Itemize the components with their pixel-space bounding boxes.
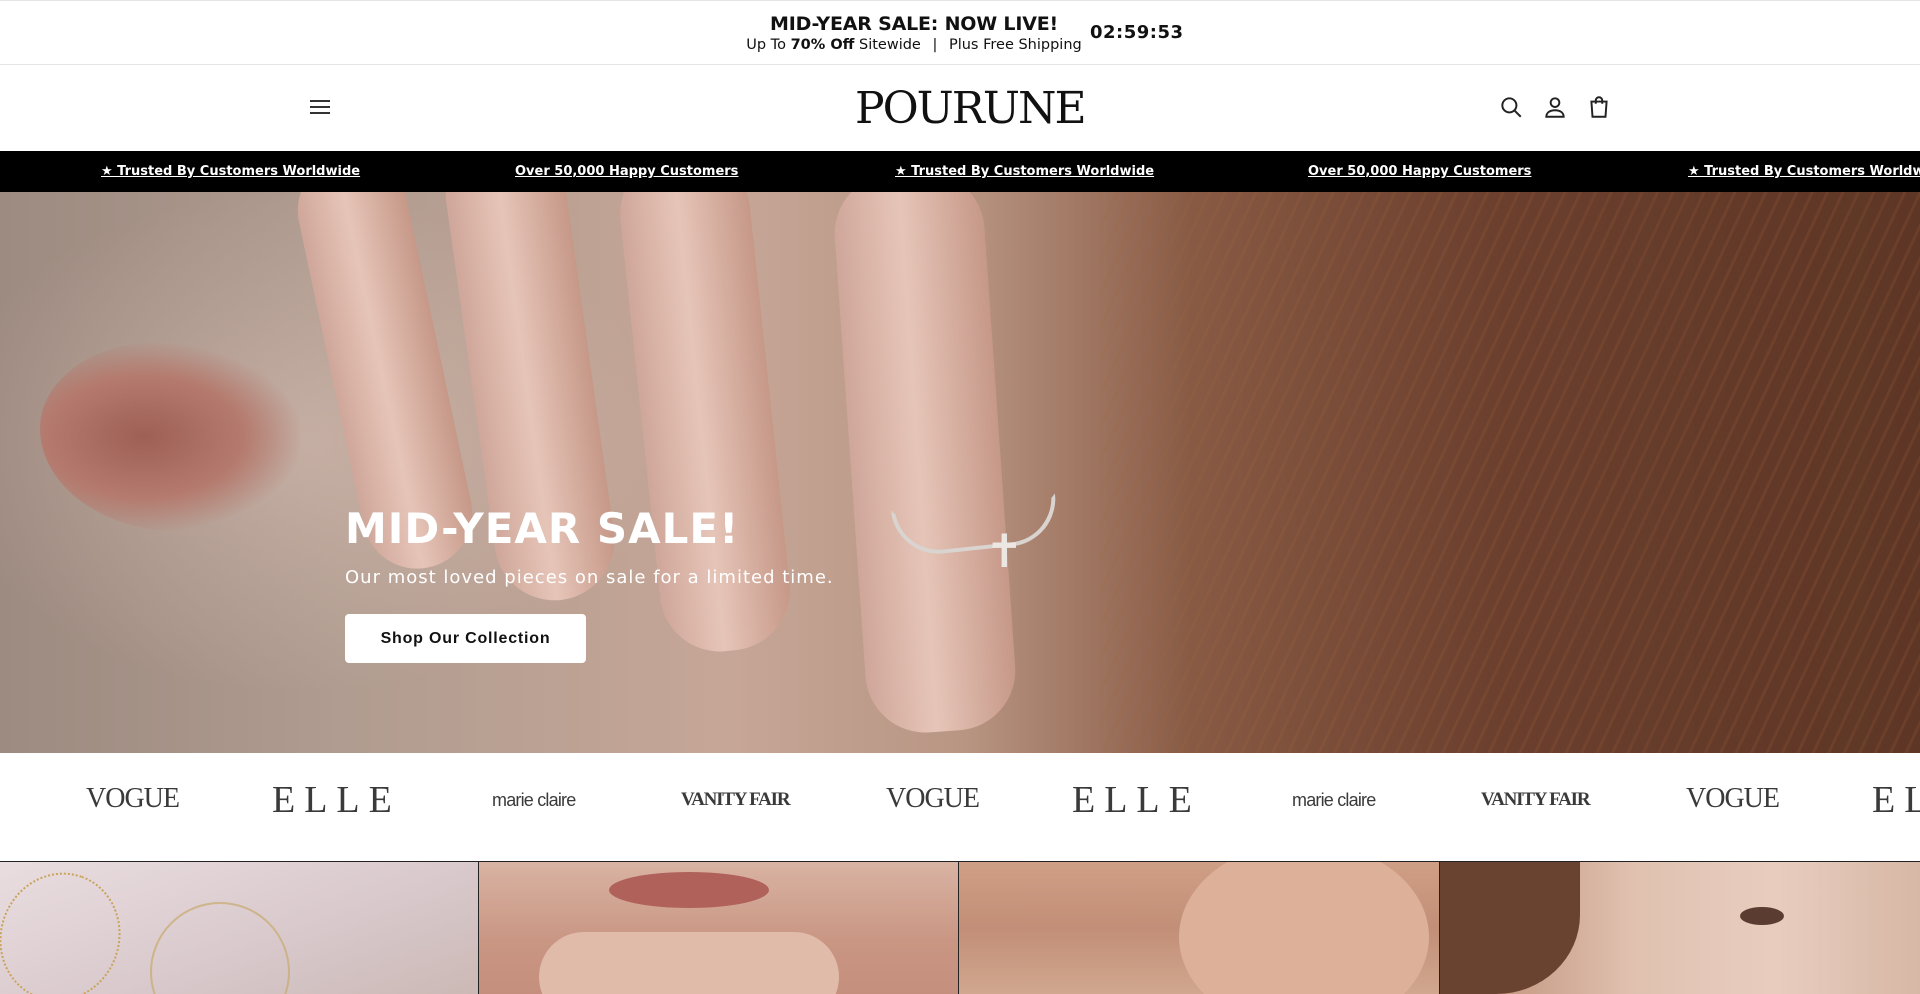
sub-separator: | <box>932 37 938 53</box>
sub-suffix: Sitewide <box>859 37 921 53</box>
announcement-bar: MID-YEAR SALE: NOW LIVE! Up To 70% Off S… <box>0 0 1920 65</box>
trust-item[interactable]: ★ Trusted By Customers Worldwide <box>1688 164 1920 179</box>
tile-image <box>1179 862 1429 994</box>
press-logo-vogue: VOGUE <box>886 783 980 814</box>
cross-icon: ✝ <box>985 524 1024 578</box>
press-logo-vanity-fair: VANITY FAIR <box>1481 789 1591 810</box>
press-logo-marie-claire: marie claire <box>1292 790 1376 810</box>
press-logos: VOGUE ELLE marie claire VANITY FAIR VOGU… <box>0 753 1920 861</box>
collection-tile[interactable] <box>1440 862 1920 994</box>
hero-subtitle: Our most loved pieces on sale for a limi… <box>345 567 834 588</box>
trust-item[interactable]: Over 50,000 Happy Customers <box>1308 164 1531 179</box>
press-logo-elle: ELLE <box>1872 779 1920 821</box>
sub-discount: 70% Off <box>790 37 855 53</box>
tile-image <box>150 902 290 994</box>
countdown-timer: 02:59:53 <box>1090 22 1184 43</box>
cart-icon[interactable] <box>1586 94 1612 122</box>
collection-tile[interactable] <box>959 862 1440 994</box>
site-logo[interactable]: POURUNE <box>855 84 1087 134</box>
press-logo-vogue: VOGUE <box>86 783 180 814</box>
trust-item[interactable]: ★ Trusted By Customers Worldwide <box>895 164 1154 179</box>
tile-image <box>1740 907 1784 925</box>
announcement-headline: MID-YEAR SALE: NOW LIVE! <box>770 13 1058 35</box>
sub-shipping: Plus Free Shipping <box>948 37 1082 53</box>
press-logo-vanity-fair: VANITY FAIR <box>681 789 791 810</box>
press-logo-marie-claire: marie claire <box>492 790 576 810</box>
trust-marquee: ★ Trusted By Customers Worldwide Over 50… <box>0 151 1920 192</box>
sub-prefix: Up To <box>746 37 786 53</box>
shop-collection-button[interactable]: Shop Our Collection <box>345 614 586 663</box>
hero-title: MID-YEAR SALE! <box>345 504 740 553</box>
tile-image <box>609 872 769 908</box>
hero-banner: ✝ MID-YEAR SALE! Our most loved pieces o… <box>0 192 1920 753</box>
account-icon[interactable] <box>1542 94 1568 122</box>
site-header: POURUNE <box>0 66 1920 151</box>
tile-image <box>1440 862 1580 994</box>
hero-image-hair <box>1100 192 1920 753</box>
press-logo-elle: ELLE <box>272 779 401 821</box>
tile-image <box>539 932 839 994</box>
collection-tiles <box>0 861 1920 994</box>
collection-tile[interactable] <box>479 862 959 994</box>
press-logo-elle: ELLE <box>1072 779 1201 821</box>
menu-icon[interactable] <box>308 96 332 120</box>
search-icon[interactable] <box>1498 94 1524 122</box>
press-logo-vogue: VOGUE <box>1686 783 1780 814</box>
collection-tile-necklaces[interactable] <box>0 862 479 994</box>
trust-item[interactable]: Over 50,000 Happy Customers <box>515 164 738 179</box>
tile-image <box>0 862 139 994</box>
trust-item[interactable]: ★ Trusted By Customers Worldwide <box>101 164 360 179</box>
